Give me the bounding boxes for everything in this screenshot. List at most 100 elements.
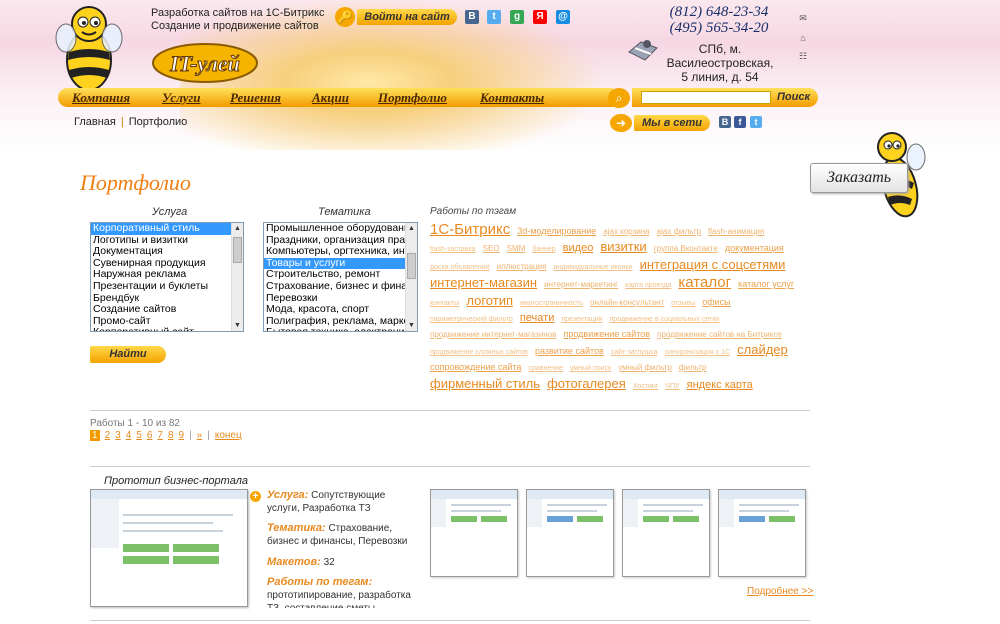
tag-link[interactable]: SMM [507, 244, 526, 253]
select-option[interactable]: Праздники, организация праздников [264, 235, 405, 247]
tag-link[interactable]: документация [725, 243, 784, 253]
yandex-icon[interactable]: Я [533, 10, 547, 24]
facebook-icon[interactable]: f [734, 116, 746, 128]
nav-promo[interactable]: Акции [312, 90, 349, 105]
select-option[interactable]: Брендбук [91, 293, 231, 305]
tag-link[interactable]: интеграция с соцсетями [640, 257, 786, 272]
tag-link[interactable]: flash-заставка [430, 246, 476, 253]
home-icon[interactable]: ⌂ [796, 31, 810, 45]
tag-link[interactable]: ЧПУ [665, 383, 679, 390]
service-scrollbar[interactable]: ▲ ▼ [231, 223, 243, 331]
select-option[interactable]: Мода, красота, спорт [264, 304, 405, 316]
tag-link[interactable]: продвижение сложных сайтов [430, 349, 528, 356]
select-option[interactable]: Товары и услуги [264, 257, 405, 270]
tag-link[interactable]: Хостинг [633, 383, 659, 390]
tag-link[interactable]: интернет-маркетинг [544, 280, 618, 289]
tag-link[interactable]: SEO [483, 244, 500, 253]
tag-link[interactable]: баннер [532, 246, 555, 253]
select-option[interactable]: Бытовая техника, электроника [264, 327, 405, 331]
breadcrumb-home[interactable]: Главная [74, 116, 116, 128]
tag-link[interactable]: иллюстрация [497, 262, 547, 271]
scroll-down-icon[interactable]: ▼ [232, 320, 243, 331]
scroll-down-icon[interactable]: ▼ [406, 320, 417, 331]
tag-link[interactable]: слайдер [737, 342, 788, 357]
tag-link[interactable]: визитки [600, 239, 646, 254]
order-widget[interactable]: Заказать [808, 125, 928, 223]
search-input[interactable] [641, 91, 771, 104]
enter-site[interactable]: 🔑 Войти на сайт [335, 7, 457, 27]
vk-icon[interactable]: В [465, 10, 479, 24]
mail-icon[interactable]: ✉ [796, 11, 810, 25]
select-option[interactable]: Наружная реклама [91, 269, 231, 281]
select-option[interactable]: Документация [91, 246, 231, 258]
service-select[interactable]: Корпоративный стиль Логотипы и визитки Док… [90, 222, 244, 332]
tag-link[interactable]: индивидуальные иконки [553, 264, 632, 271]
phone-msk[interactable]: (495) 565-34-20 [648, 20, 790, 36]
google-icon[interactable]: g [510, 10, 524, 24]
more-link[interactable]: Подробнее >> [747, 586, 813, 597]
tag-link[interactable]: доска объявлений [430, 264, 490, 271]
tag-link[interactable]: карта проезда [625, 282, 671, 289]
nav-portfolio[interactable]: Портфолио [378, 90, 447, 105]
tag-link[interactable]: 3d-моделирование [517, 226, 596, 236]
select-option[interactable]: Презентации и буклеты [91, 281, 231, 293]
page-link[interactable]: 2 [105, 430, 111, 441]
twitter-icon[interactable]: t [750, 116, 762, 128]
tag-link[interactable]: фильтр [679, 363, 706, 372]
scroll-up-icon[interactable]: ▲ [232, 223, 243, 234]
twitter-icon[interactable]: t [487, 10, 501, 24]
tag-link[interactable]: продвижение в социальных сетях [610, 316, 720, 323]
tag-link[interactable]: отзывы [671, 300, 695, 307]
find-button[interactable]: Найти [90, 346, 166, 363]
tag-link[interactable]: ajax фильтр [657, 227, 701, 236]
scroll-up-icon[interactable]: ▲ [406, 223, 417, 234]
nav-solutions[interactable]: Решения [230, 90, 281, 105]
tag-link[interactable]: каталог [678, 274, 731, 291]
next-page-link[interactable]: » [197, 430, 203, 441]
tag-link[interactable]: онлайн-консультант [590, 298, 664, 307]
tag-link[interactable]: интернет-магазин [430, 275, 537, 290]
work-thumbnail[interactable] [430, 489, 518, 577]
nav-company[interactable]: Компания [72, 90, 130, 105]
tag-link[interactable]: продвижение сайтов [563, 329, 650, 339]
tag-link[interactable]: презентация [561, 316, 602, 323]
select-option[interactable]: Страхование, бизнес и финансы [264, 281, 405, 293]
work-thumbnail[interactable] [718, 489, 806, 577]
tag-link[interactable]: продвижение сайтов на Битриксе [657, 330, 782, 339]
tag-link[interactable]: flash-анимация [708, 227, 764, 236]
tag-link[interactable]: контакты [430, 300, 459, 307]
nav-services[interactable]: Услуги [162, 90, 201, 105]
page-link[interactable]: 5 [136, 430, 142, 441]
mail-icon[interactable]: @ [556, 10, 570, 24]
phone-spb[interactable]: (812) 648-23-34 [648, 4, 790, 20]
page-link[interactable]: 4 [126, 430, 132, 441]
page-link[interactable]: 8 [168, 430, 174, 441]
select-option[interactable]: Полиграфия, реклама, маркетинг [264, 316, 405, 328]
page-link[interactable]: 9 [179, 430, 185, 441]
select-option[interactable]: Логотипы и визитки [91, 235, 231, 247]
tag-link[interactable]: каталог услуг [738, 279, 794, 289]
sitemap-icon[interactable]: ☷ [796, 49, 810, 63]
enter-site-button[interactable]: Войти на сайт [357, 9, 457, 25]
theme-scrollbar[interactable]: ▲ ▼ [405, 223, 417, 331]
work-thumbnail[interactable] [526, 489, 614, 577]
tag-link[interactable]: ajax корзина [603, 227, 649, 236]
tag-link[interactable]: сопровождение сайта [430, 362, 521, 372]
select-option[interactable]: Создание сайтов [91, 304, 231, 316]
select-option[interactable]: Строительство, ремонт [264, 269, 405, 281]
search-button[interactable]: Поиск [777, 90, 810, 105]
vk-icon[interactable]: В [719, 116, 731, 128]
logo[interactable]: IT-улей [150, 36, 260, 86]
page-link[interactable]: 6 [147, 430, 153, 441]
social-net-button[interactable]: Мы в сети [634, 115, 710, 131]
tag-link[interactable]: группа Вконтакте [654, 244, 718, 253]
select-option[interactable]: Промышленное оборудование [264, 223, 405, 235]
theme-select[interactable]: Промышленное оборудование Праздники, орга… [263, 222, 418, 332]
select-option[interactable]: Компьютеры, оргтехника, интернет [264, 246, 405, 258]
tag-link[interactable]: умный фильтр [618, 363, 672, 372]
select-option[interactable]: Промо-сайт [91, 316, 231, 328]
select-option[interactable]: Перевозки [264, 293, 405, 305]
work-thumbnail[interactable] [622, 489, 710, 577]
order-button[interactable]: Заказать [810, 163, 908, 193]
tag-link[interactable]: офисы [702, 297, 730, 307]
